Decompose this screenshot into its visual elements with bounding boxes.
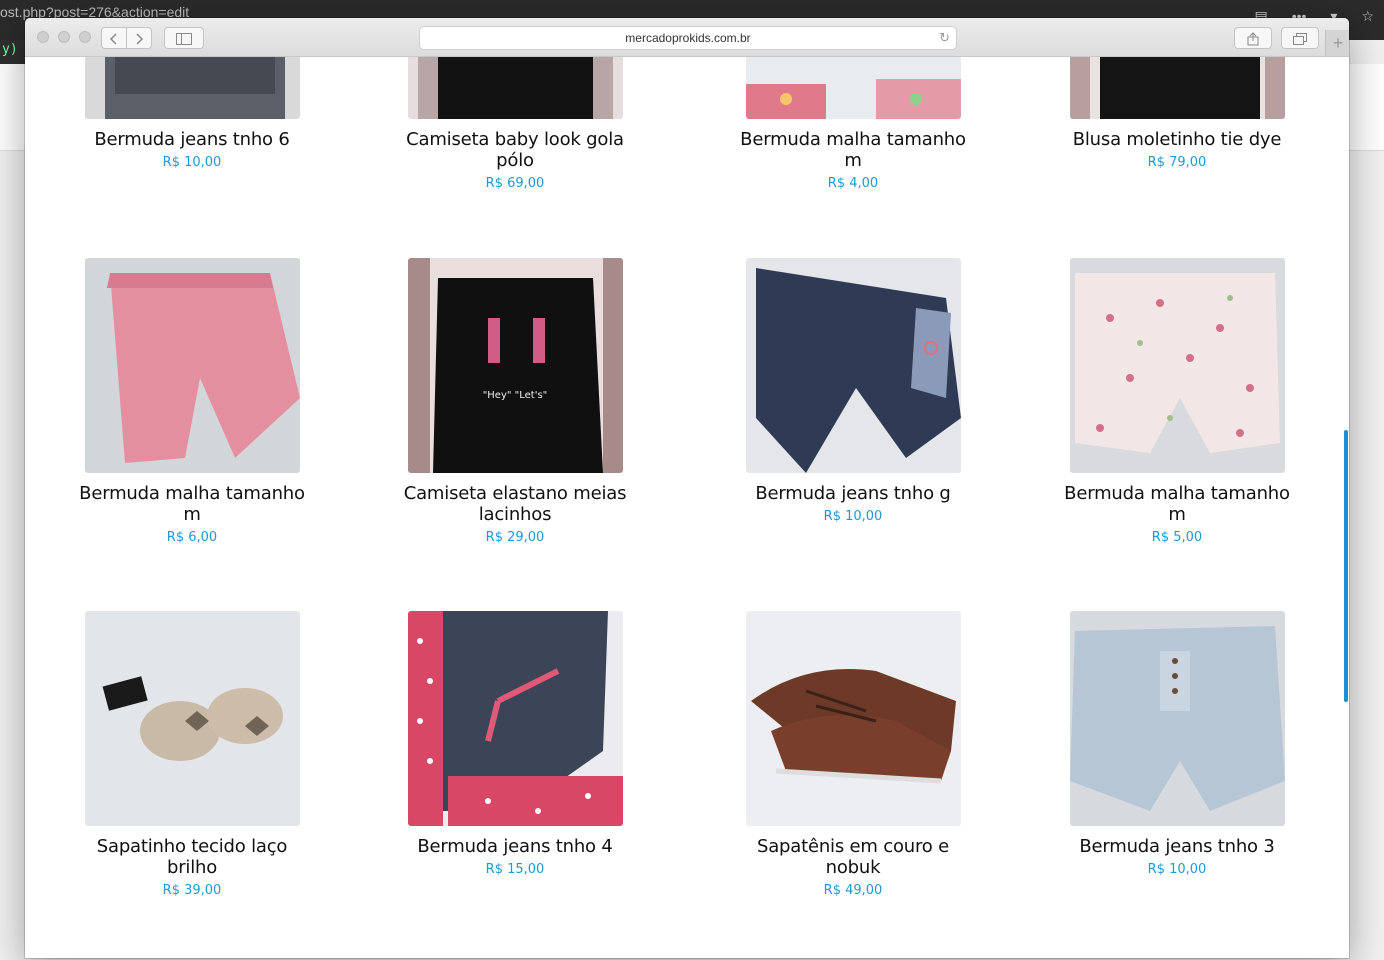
scrollbar-thumb[interactable] [1344,430,1348,702]
product-name[interactable]: Bermuda jeans tnho 6 [72,129,312,150]
product-card[interactable]: Sapatinho tecido laço brilho R$ 39,00 [72,611,312,898]
product-price: R$ 69,00 [485,176,545,191]
product-price: R$ 29,00 [485,530,545,545]
star-icon: ☆ [1361,8,1374,24]
product-price: R$ 49,00 [823,883,883,898]
product-card[interactable]: Bermuda jeans tnho 6 R$ 10,00 [72,57,312,170]
svg-text:"Hey" "Let's": "Hey" "Let's" [482,390,547,401]
product-name[interactable]: Sapatênis em couro e nobuk [733,836,973,878]
product-name[interactable]: Bermuda malha tamanho m [733,129,973,171]
new-tab-button[interactable]: + [1325,30,1349,56]
product-card[interactable]: Blusa moletinho tie dye R$ 79,00 [1057,57,1297,170]
back-button[interactable] [101,27,127,49]
background-panel-left [0,64,26,151]
product-name[interactable]: Blusa moletinho tie dye [1057,129,1297,150]
product-image[interactable] [84,258,300,473]
product-card[interactable]: Sapatênis em couro e nobuk R$ 49,00 [733,611,973,898]
tabs-icon [1293,32,1307,45]
share-button[interactable] [1234,27,1272,49]
product-card[interactable]: Bermuda jeans tnho 3 R$ 10,00 [1057,611,1297,877]
product-image[interactable] [407,611,623,826]
product-image[interactable] [745,57,961,119]
product-image[interactable] [1069,258,1285,473]
product-price: R$ 10,00 [162,155,222,170]
product-price: R$ 79,00 [1147,155,1207,170]
product-grid: Bermuda jeans tnho 6 R$ 10,00 Camiseta b… [25,57,1349,958]
browser-toolbar: mercadoprokids.com.br ↻ + [25,18,1349,57]
product-price: R$ 15,00 [485,862,545,877]
close-window-button[interactable] [37,31,49,43]
product-name[interactable]: Bermuda malha tamanho m [1057,483,1297,525]
sidebar-icon [176,32,192,45]
browser-window: mercadoprokids.com.br ↻ + Bermuda jeans … [25,18,1349,958]
zoom-window-button[interactable] [79,31,91,43]
product-name[interactable]: Sapatinho tecido laço brilho [72,836,312,878]
product-image[interactable] [745,611,961,826]
product-card[interactable]: Bermuda malha tamanho m R$ 6,00 [72,258,312,545]
background-strip-text: y) [2,42,18,57]
chevron-right-icon [136,33,144,45]
product-image[interactable] [84,57,300,119]
product-image[interactable] [84,611,300,826]
product-name[interactable]: Camiseta baby look gola pólo [395,129,635,171]
product-image[interactable] [407,57,623,119]
product-card[interactable]: Bermuda malha tamanho m R$ 5,00 [1057,258,1297,545]
address-text: mercadoprokids.com.br [625,31,751,45]
product-card[interactable]: Camiseta baby look gola pólo R$ 69,00 [395,57,635,191]
navigation-buttons [101,27,152,49]
product-price: R$ 10,00 [1147,862,1207,877]
sidebar-button[interactable] [164,27,204,49]
product-name[interactable]: Camiseta elastano meias lacinhos [395,483,635,525]
tabs-overview-button[interactable] [1281,27,1319,49]
product-name[interactable]: Bermuda jeans tnho 3 [1057,836,1297,857]
product-price: R$ 6,00 [166,530,218,545]
product-price: R$ 39,00 [162,883,222,898]
product-name[interactable]: Bermuda jeans tnho g [733,483,973,504]
product-price: R$ 5,00 [1151,530,1203,545]
reload-icon[interactable]: ↻ [939,27,950,49]
product-price: R$ 4,00 [827,176,879,191]
product-image[interactable]: "Hey" "Let's" [407,258,623,473]
product-card[interactable]: Bermuda jeans tnho g R$ 10,00 [733,258,973,524]
product-image[interactable] [1069,611,1285,826]
product-card[interactable]: "Hey" "Let's" Camiseta elastano meias la… [395,258,635,545]
address-bar[interactable]: mercadoprokids.com.br ↻ [419,26,957,50]
share-icon [1247,31,1259,46]
background-panel-right [1348,64,1384,151]
product-image[interactable] [745,258,961,473]
window-controls [37,31,91,43]
product-name[interactable]: Bermuda jeans tnho 4 [395,836,635,857]
product-card[interactable]: Bermuda jeans tnho 4 R$ 15,00 [395,611,635,877]
product-image[interactable] [1069,57,1285,119]
product-card[interactable]: Bermuda malha tamanho m R$ 4,00 [733,57,973,191]
forward-button[interactable] [127,27,152,49]
chevron-left-icon [109,33,117,45]
product-name[interactable]: Bermuda malha tamanho m [72,483,312,525]
minimize-window-button[interactable] [58,31,70,43]
product-price: R$ 10,00 [823,509,883,524]
